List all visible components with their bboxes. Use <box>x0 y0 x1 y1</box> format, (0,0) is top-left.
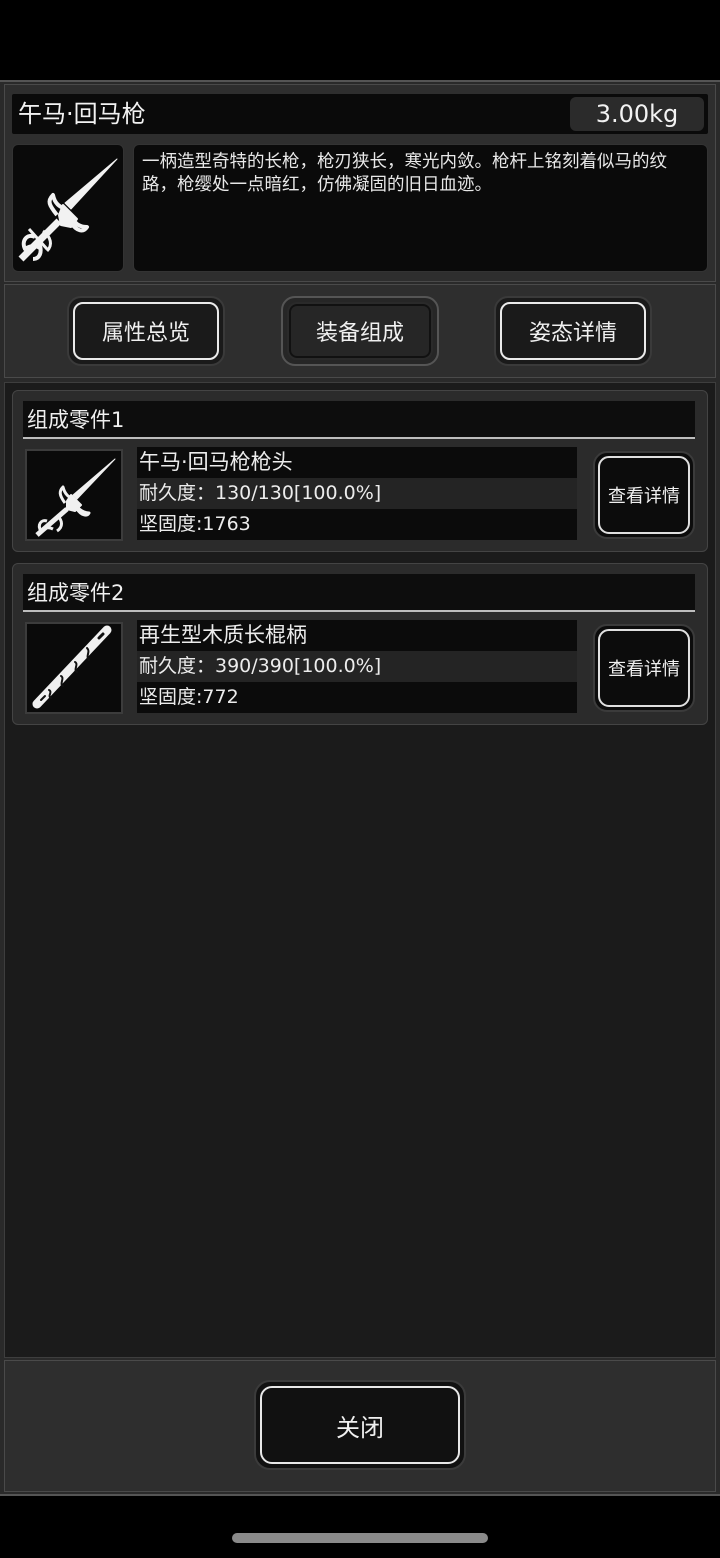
part-name: 午马·回马枪枪头 <box>137 447 577 478</box>
part-header: 组成零件1 <box>23 401 695 439</box>
tab-label: 属性总览 <box>101 321 190 346</box>
close-button[interactable]: 关闭 <box>254 1380 466 1470</box>
part-card: 组成零件1 午马·回马枪枪头 耐久度：130/130[100.0%] 坚固度:1… <box>12 390 708 552</box>
part-durability: 耐久度：390/390[100.0%] <box>137 651 577 682</box>
view-details-button[interactable]: 查看详情 <box>593 451 695 539</box>
tab-stance-details[interactable]: 姿态详情 <box>494 296 652 366</box>
tab-equipment-composition[interactable]: 装备组成 <box>281 296 439 366</box>
staff-handle-icon <box>32 625 112 709</box>
close-label: 关闭 <box>336 1413 384 1442</box>
tab-label: 姿态详情 <box>528 321 617 346</box>
part-name: 再生型木质长棍柄 <box>137 620 577 651</box>
tab-label: 装备组成 <box>315 321 404 346</box>
item-description: 一柄造型奇特的长枪，枪刃狭长，寒光内敛。枪杆上铭刻着似马的纹路，枪缨处一点暗红，… <box>133 144 708 272</box>
part-durability: 耐久度：130/130[100.0%] <box>137 478 577 509</box>
view-details-label: 查看详情 <box>608 659 680 680</box>
item-icon-frame <box>12 144 124 272</box>
part-card: 组成零件2 再生型木质长棍柄 耐久度：390/390[100.0%] 坚固度:7… <box>12 563 708 725</box>
part-solidity: 坚固度:772 <box>137 682 577 713</box>
part-icon-frame <box>25 622 123 714</box>
part-solidity: 坚固度:1763 <box>137 509 577 540</box>
home-indicator[interactable] <box>232 1533 488 1543</box>
item-title: 午马·回马枪 <box>18 100 146 128</box>
view-details-label: 查看详情 <box>608 486 680 507</box>
spear-icon <box>18 158 118 262</box>
part-header: 组成零件2 <box>23 574 695 612</box>
view-details-button[interactable]: 查看详情 <box>593 624 695 712</box>
item-weight: 3.00kg <box>570 97 704 131</box>
part-icon-frame <box>25 449 123 541</box>
spearhead-icon <box>35 458 116 537</box>
part-info: 午马·回马枪枪头 耐久度：130/130[100.0%] 坚固度:1763 <box>137 447 577 541</box>
part-info: 再生型木质长棍柄 耐久度：390/390[100.0%] 坚固度:772 <box>137 620 577 714</box>
tab-attributes-overview[interactable]: 属性总览 <box>67 296 225 366</box>
